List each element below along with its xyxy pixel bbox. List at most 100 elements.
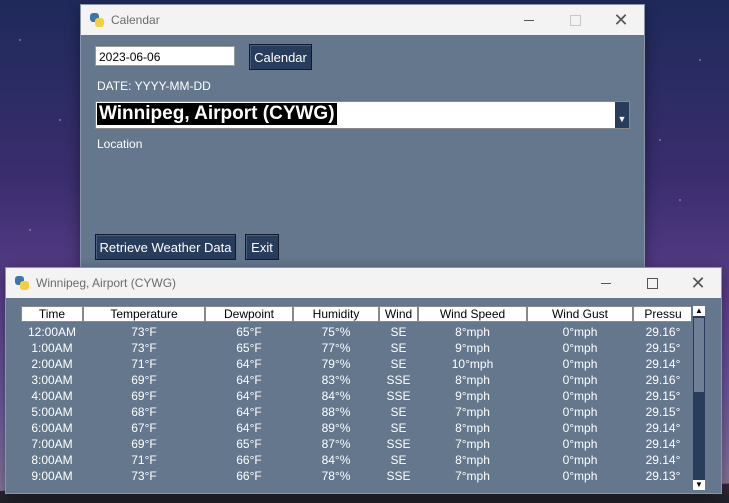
table-cell[interactable]: 2:00AM [21, 356, 83, 372]
table-cell[interactable]: SSE [379, 436, 418, 452]
table-cell[interactable]: 29.15° [633, 388, 691, 404]
table-cell[interactable]: 6:00AM [21, 420, 83, 436]
table-cell[interactable]: SE [379, 356, 418, 372]
table-cell[interactable]: 75°% [293, 324, 379, 340]
calendar-button[interactable]: Calendar [249, 44, 312, 70]
column-header[interactable]: Humidity [293, 306, 379, 322]
table-cell[interactable]: 7°mph [418, 468, 527, 484]
table-cell[interactable]: SE [379, 340, 418, 356]
calendar-titlebar[interactable]: Calendar ✕ [81, 5, 644, 35]
table-cell[interactable]: 89°% [293, 420, 379, 436]
table-cell[interactable]: 83°% [293, 372, 379, 388]
maximize-button[interactable] [629, 268, 675, 298]
close-button[interactable]: ✕ [598, 5, 644, 35]
scroll-down-icon[interactable]: ▼ [693, 480, 705, 490]
table-titlebar[interactable]: Winnipeg, Airport (CYWG) ✕ [6, 268, 721, 298]
table-cell[interactable]: 29.16° [633, 324, 691, 340]
table-cell[interactable]: 29.14° [633, 420, 691, 436]
table-cell[interactable]: 88°% [293, 404, 379, 420]
close-button[interactable]: ✕ [675, 268, 721, 298]
table-cell[interactable]: 29.16° [633, 372, 691, 388]
table-cell[interactable]: 79°% [293, 356, 379, 372]
column-header[interactable]: Wind Speed [418, 306, 527, 322]
table-cell[interactable]: 29.14° [633, 356, 691, 372]
table-cell[interactable]: SSE [379, 372, 418, 388]
table-cell[interactable]: SE [379, 452, 418, 468]
table-cell[interactable]: 64°F [205, 372, 293, 388]
table-cell[interactable]: 65°F [205, 340, 293, 356]
table-cell[interactable]: 4:00AM [21, 388, 83, 404]
table-cell[interactable]: 64°F [205, 404, 293, 420]
table-cell[interactable]: 7°mph [418, 404, 527, 420]
table-cell[interactable]: 7°mph [418, 436, 527, 452]
table-cell[interactable]: 7:00AM [21, 436, 83, 452]
table-cell[interactable]: 8°mph [418, 324, 527, 340]
scroll-thumb[interactable] [694, 318, 704, 392]
table-cell[interactable]: 64°F [205, 356, 293, 372]
table-cell[interactable]: 8°mph [418, 372, 527, 388]
table-cell[interactable]: 0°mph [527, 356, 633, 372]
table-cell[interactable]: 0°mph [527, 436, 633, 452]
scroll-up-icon[interactable]: ▲ [693, 306, 705, 316]
table-cell[interactable]: SE [379, 420, 418, 436]
exit-button[interactable]: Exit [245, 234, 279, 260]
minimize-button[interactable] [506, 5, 552, 35]
table-cell[interactable]: 0°mph [527, 420, 633, 436]
table-cell[interactable]: 71°F [83, 356, 205, 372]
table-cell[interactable]: 66°F [205, 468, 293, 484]
table-cell[interactable]: 29.14° [633, 436, 691, 452]
table-cell[interactable]: 0°mph [527, 340, 633, 356]
table-cell[interactable]: 71°F [83, 452, 205, 468]
table-cell[interactable]: 73°F [83, 340, 205, 356]
table-cell[interactable]: 29.13° [633, 468, 691, 484]
column-header[interactable]: Dewpoint [205, 306, 293, 322]
table-cell[interactable]: 66°F [205, 452, 293, 468]
table-cell[interactable]: 64°F [205, 420, 293, 436]
table-cell[interactable]: 77°% [293, 340, 379, 356]
table-cell[interactable]: 78°% [293, 468, 379, 484]
table-cell[interactable]: 65°F [205, 324, 293, 340]
table-cell[interactable]: 5:00AM [21, 404, 83, 420]
table-cell[interactable]: 29.14° [633, 452, 691, 468]
table-cell[interactable]: 73°F [83, 468, 205, 484]
column-header[interactable]: Pressu [633, 306, 691, 322]
table-cell[interactable]: 64°F [205, 388, 293, 404]
table-cell[interactable]: 3:00AM [21, 372, 83, 388]
table-cell[interactable]: 84°% [293, 388, 379, 404]
column-header[interactable]: Wind [379, 306, 418, 322]
table-cell[interactable]: 10°mph [418, 356, 527, 372]
table-cell[interactable]: 67°F [83, 420, 205, 436]
table-cell[interactable]: 1:00AM [21, 340, 83, 356]
table-cell[interactable]: 73°F [83, 324, 205, 340]
table-cell[interactable]: 8°mph [418, 420, 527, 436]
table-cell[interactable]: SSE [379, 388, 418, 404]
column-header[interactable]: Time [21, 306, 83, 322]
table-cell[interactable]: 9°mph [418, 388, 527, 404]
table-cell[interactable]: SSE [379, 468, 418, 484]
column-header[interactable]: Wind Gust [527, 306, 633, 322]
column-header[interactable]: Temperature [83, 306, 205, 322]
table-cell[interactable]: 69°F [83, 388, 205, 404]
table-cell[interactable]: SE [379, 324, 418, 340]
date-input[interactable]: 2023-06-06 [95, 46, 235, 66]
table-cell[interactable]: 8:00AM [21, 452, 83, 468]
table-cell[interactable]: 0°mph [527, 372, 633, 388]
retrieve-weather-button[interactable]: Retrieve Weather Data [95, 234, 236, 260]
table-cell[interactable]: 12:00AM [21, 324, 83, 340]
table-cell[interactable]: SE [379, 404, 418, 420]
table-cell[interactable]: 68°F [83, 404, 205, 420]
location-combobox[interactable]: Winnipeg, Airport (CYWG) ▼ [95, 101, 630, 129]
table-cell[interactable]: 29.15° [633, 404, 691, 420]
table-cell[interactable]: 29.15° [633, 340, 691, 356]
table-cell[interactable]: 87°% [293, 436, 379, 452]
table-cell[interactable]: 84°% [293, 452, 379, 468]
table-cell[interactable]: 69°F [83, 436, 205, 452]
vertical-scrollbar[interactable]: ▲ ▼ [693, 306, 705, 490]
table-cell[interactable]: 0°mph [527, 388, 633, 404]
table-cell[interactable]: 0°mph [527, 468, 633, 484]
table-cell[interactable]: 8°mph [418, 452, 527, 468]
table-cell[interactable]: 65°F [205, 436, 293, 452]
minimize-button[interactable] [583, 268, 629, 298]
table-cell[interactable]: 0°mph [527, 324, 633, 340]
table-cell[interactable]: 69°F [83, 372, 205, 388]
